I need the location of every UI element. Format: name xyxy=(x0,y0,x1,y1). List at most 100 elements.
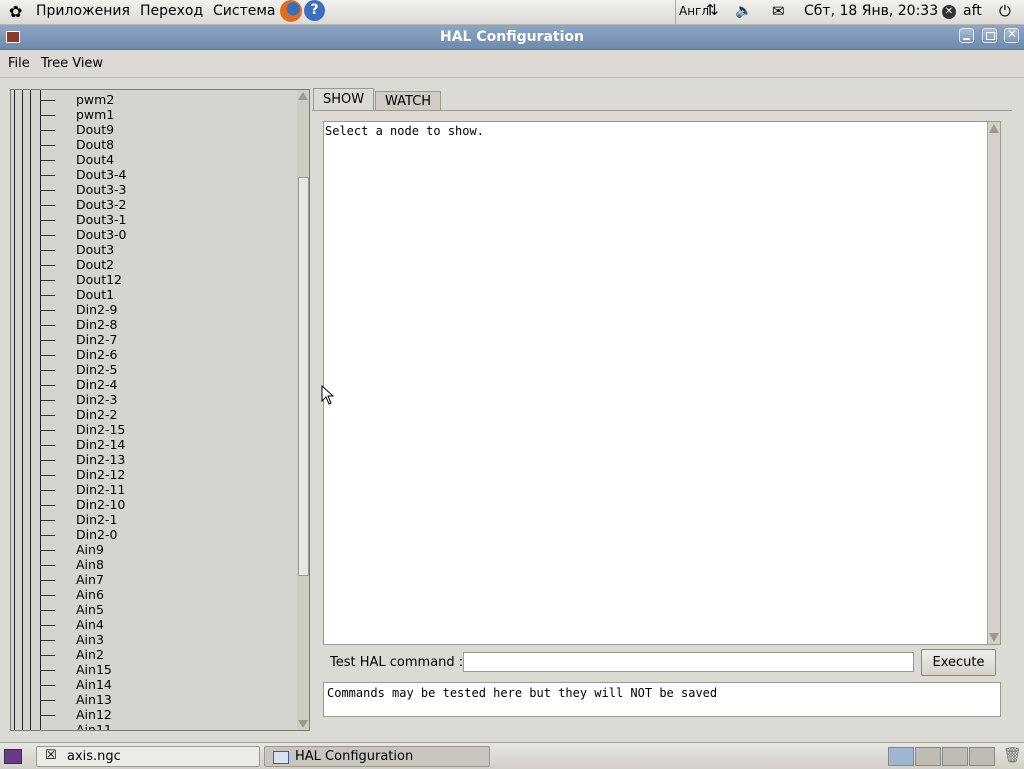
tab-show[interactable]: SHOW xyxy=(313,88,375,110)
tree-item-label: Ain3 xyxy=(76,632,104,647)
tree-item[interactable]: Dout3-2 xyxy=(11,197,291,213)
task-axis-ngc[interactable]: ☒ axis.ngc xyxy=(36,746,260,767)
tree-item[interactable]: Ain9 xyxy=(11,542,291,558)
tree-item[interactable]: Din2-6 xyxy=(11,347,291,363)
tree-item[interactable]: Din2-3 xyxy=(11,392,291,408)
test-hal-command-input[interactable] xyxy=(463,652,914,672)
tree-item[interactable]: Dout9 xyxy=(11,122,291,138)
menu-applications[interactable]: Приложения xyxy=(36,3,130,19)
scroll-up-icon[interactable] xyxy=(298,92,308,100)
window-titlebar[interactable]: HAL Configuration ✕ xyxy=(0,25,1024,50)
tree-item[interactable]: Ain2 xyxy=(11,647,291,663)
tree-item[interactable]: Ain5 xyxy=(11,602,291,618)
tree-item[interactable]: pwm1 xyxy=(11,107,291,123)
minimize-button[interactable] xyxy=(959,28,974,43)
tree-item[interactable]: Din2-4 xyxy=(11,377,291,393)
tree-item[interactable]: Dout12 xyxy=(11,272,291,288)
tree-item[interactable]: Din2-5 xyxy=(11,362,291,378)
tree-item[interactable]: pwm2 xyxy=(11,92,291,108)
tree-item[interactable]: Ain12 xyxy=(11,707,291,723)
tree-item[interactable]: Dout2 xyxy=(11,257,291,273)
tree-item[interactable]: Din2-11 xyxy=(11,482,291,498)
menu-system[interactable]: Система xyxy=(213,3,275,19)
tree-item[interactable]: Din2-7 xyxy=(11,332,291,348)
tree-item[interactable]: Din2-1 xyxy=(11,512,291,528)
close-button[interactable]: ✕ xyxy=(1004,27,1019,43)
workspace-4[interactable] xyxy=(969,747,995,766)
show-scrollbar[interactable] xyxy=(987,122,1000,644)
tree-item[interactable]: Dout3-3 xyxy=(11,182,291,198)
tree-item[interactable]: Din2-15 xyxy=(11,422,291,438)
tree-item[interactable]: Din2-14 xyxy=(11,437,291,453)
menu-tree-view[interactable]: Tree View xyxy=(41,56,103,71)
tree-item[interactable]: Dout1 xyxy=(11,287,291,303)
tree-connector xyxy=(41,295,55,296)
tree-view[interactable]: pwm2 pwm1 Dout9 Dout8 Dout4 Dout3-4 Dout3-3 Dou… xyxy=(11,90,299,730)
tree-scrollbar[interactable] xyxy=(297,90,309,730)
tree-item[interactable]: Ain4 xyxy=(11,617,291,633)
scroll-up-icon[interactable] xyxy=(989,124,999,133)
tree-item[interactable]: Ain11 xyxy=(11,722,291,730)
shutdown-icon[interactable]: ⏻ xyxy=(999,2,1011,20)
workspace-2[interactable] xyxy=(915,747,941,766)
maximize-button[interactable] xyxy=(982,28,997,43)
help-icon[interactable]: ? xyxy=(304,0,325,21)
tree-connector xyxy=(41,205,55,206)
tree-connector xyxy=(41,715,55,716)
tree-item[interactable]: Ain15 xyxy=(11,662,291,678)
tree-item[interactable]: Ain8 xyxy=(11,557,291,573)
user-status-icon[interactable]: ✕ xyxy=(942,5,956,19)
trash-icon[interactable]: 🗑 xyxy=(1003,746,1022,764)
tree-item[interactable]: Ain13 xyxy=(11,692,291,708)
tree-item[interactable]: Dout3-0 xyxy=(11,227,291,243)
tree-item[interactable]: Din2-0 xyxy=(11,527,291,543)
tree-item-label: Dout1 xyxy=(76,287,115,302)
tree-connector xyxy=(41,325,55,326)
tree-item[interactable]: Ain14 xyxy=(11,677,291,693)
task-hal-configuration[interactable]: HAL Configuration xyxy=(264,746,490,767)
show-text-area[interactable]: Select a node to show. xyxy=(323,121,1001,645)
menu-file[interactable]: File xyxy=(8,56,30,71)
tree-item[interactable]: Din2-13 xyxy=(11,452,291,468)
tree-item[interactable]: Dout3-4 xyxy=(11,167,291,183)
tree-item[interactable]: Din2-8 xyxy=(11,317,291,333)
execute-button[interactable]: Execute xyxy=(921,649,996,676)
tree-item[interactable]: Dout8 xyxy=(11,137,291,153)
tree-item[interactable]: Din2-12 xyxy=(11,467,291,483)
volume-icon[interactable]: 🔈 xyxy=(735,3,752,19)
tree-panel[interactable]: pwm2 pwm1 Dout9 Dout8 Dout4 Dout3-4 Dout3-3 Dou… xyxy=(10,89,310,731)
network-icon[interactable]: ⇅ xyxy=(706,1,719,19)
tree-item[interactable]: Din2-2 xyxy=(11,407,291,423)
tree-connector xyxy=(41,145,55,146)
mail-icon[interactable]: ✉ xyxy=(772,2,785,20)
scroll-thumb[interactable] xyxy=(298,177,309,576)
user-name[interactable]: aft xyxy=(963,3,982,19)
show-desktop-icon[interactable] xyxy=(4,749,22,764)
tree-connector xyxy=(41,640,55,641)
tree-item[interactable]: Dout3 xyxy=(11,242,291,258)
tree-item-label: Din2-3 xyxy=(76,392,118,407)
tree-item[interactable]: Dout4 xyxy=(11,152,291,168)
ubuntu-logo-icon[interactable]: ✿ xyxy=(9,2,22,21)
tab-watch[interactable]: WATCH xyxy=(375,91,442,111)
tree-item[interactable]: Din2-10 xyxy=(11,497,291,513)
tree-item[interactable]: Din2-9 xyxy=(11,302,291,318)
workspace-3[interactable] xyxy=(942,747,968,766)
tree-item[interactable]: Ain3 xyxy=(11,632,291,648)
keyboard-layout-indicator[interactable]: Англ xyxy=(679,4,709,18)
tree-item-label: Din2-15 xyxy=(76,422,126,437)
firefox-icon[interactable] xyxy=(280,0,302,22)
tree-item[interactable]: Ain7 xyxy=(11,572,291,588)
tree-item[interactable]: Ain6 xyxy=(11,587,291,603)
tree-item-label: Din2-5 xyxy=(76,362,118,377)
tree-item-label: Din2-13 xyxy=(76,452,126,467)
scroll-down-icon[interactable] xyxy=(298,720,308,728)
menu-places[interactable]: Переход xyxy=(140,3,203,19)
panel-separator xyxy=(675,0,676,24)
tree-item[interactable]: Dout3-1 xyxy=(11,212,291,228)
workspace-1[interactable] xyxy=(888,747,914,766)
tree-item-label: Dout12 xyxy=(76,272,123,287)
command-output-area[interactable]: Commands may be tested here but they wil… xyxy=(323,682,1001,717)
clock[interactable]: Сбт, 18 Янв, 20:33 xyxy=(804,3,938,19)
scroll-down-icon[interactable] xyxy=(989,633,999,642)
